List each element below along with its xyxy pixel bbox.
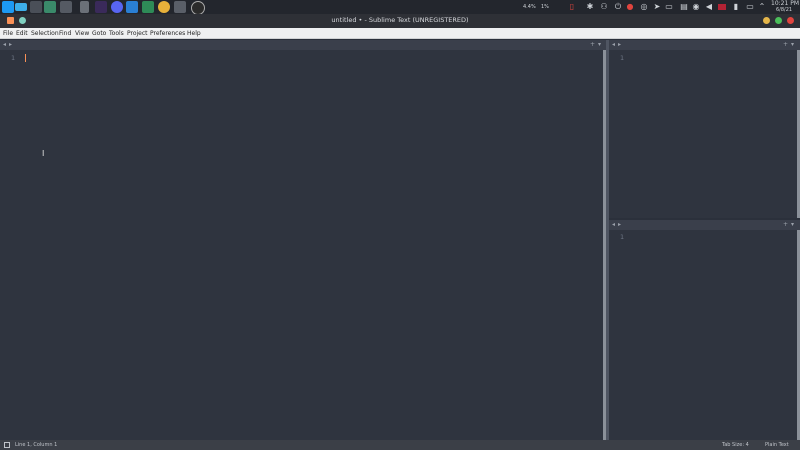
chrome-icon[interactable] [158,1,170,13]
display-icon[interactable]: ▭ [665,3,673,11]
tab-nav-next-icon[interactable]: ▸ [9,41,12,49]
menu-tools[interactable]: Tools [109,30,124,37]
tab-nav-next-icon[interactable]: ▸ [618,41,621,49]
taskbar: 4.4% 1% ▯ ✱ ⚇ ⏻ ● ◎ ➤ ▭ ▤ ◉ ◀ ▮ ▭ ⌃ 10:2… [0,0,800,15]
main-editor[interactable]: 1 I [0,50,603,440]
tab-size[interactable]: Tab Size: 4 [722,442,749,448]
tab-nav-prev-icon[interactable]: ◂ [612,221,615,229]
chevron-up-icon[interactable]: ⌃ [758,3,766,11]
bulb-icon[interactable]: ◉ [692,3,700,11]
title-bar: untitled • - Sublime Text (UNREGISTERED) [0,14,800,28]
syntax-selector[interactable]: Plain Text [765,442,789,448]
telegram-icon[interactable]: ➤ [653,3,661,11]
right-top-tabbar: ◂ ▸ + ▾ [609,40,800,50]
volume-icon[interactable]: ◀ [705,3,713,11]
line-number: 1 [620,233,625,241]
right-bottom-editor[interactable]: 1 [609,230,797,440]
terminal-icon[interactable] [60,1,72,13]
minimize-button[interactable] [763,17,770,24]
status-bar: Line 1, Column 1 Tab Size: 4 Plain Text [0,440,800,450]
network-icon[interactable]: ▭ [746,3,754,11]
menu-bar: File Edit Selection Find View Goto Tools… [0,28,800,39]
tab-nav-prev-icon[interactable]: ◂ [3,41,6,49]
line-number: 1 [11,54,16,62]
power-icon[interactable]: ⏻ [614,3,622,11]
right-bottom-tabbar: ◂ ▸ + ▾ [609,220,800,230]
window-title: untitled • - Sublime Text (UNREGISTERED) [331,16,469,24]
line-number: 1 [620,54,625,62]
browser-icon[interactable] [44,1,56,13]
clock-date: 6/8/21 [776,7,793,13]
close-button[interactable] [787,17,794,24]
menu-project[interactable]: Project [127,30,148,37]
menu-preferences[interactable]: Preferences [150,30,185,37]
trash-icon[interactable]: ▯ [568,3,576,11]
tab-list-icon[interactable]: ▾ [598,41,601,49]
discord-icon[interactable] [111,1,123,13]
battery-icon[interactable]: ▮ [732,3,740,11]
tab-nav-next-icon[interactable]: ▸ [618,221,621,229]
cpu-usage: 4.4% [523,4,536,10]
steam-icon[interactable]: ◎ [640,3,648,11]
vscode-icon[interactable] [126,1,138,13]
monitor-icon[interactable] [80,1,89,13]
tab-nav-prev-icon[interactable]: ◂ [612,41,615,49]
obs-icon[interactable] [191,1,205,15]
new-tab-icon[interactable]: + [590,41,595,49]
clipboard-icon[interactable]: ▤ [680,3,688,11]
menu-edit[interactable]: Edit [16,30,28,37]
tab-list-icon[interactable]: ▾ [791,221,794,229]
menu-goto[interactable]: Goto [92,30,106,37]
app-icon[interactable]: ⚇ [600,3,608,11]
menu-help[interactable]: Help [187,30,201,37]
app-launcher-icon[interactable] [2,1,14,13]
tab-list-icon[interactable]: ▾ [791,41,794,49]
menu-view[interactable]: View [75,30,89,37]
text-cursor [25,54,26,62]
new-tab-icon[interactable]: + [783,41,788,49]
new-tab-icon[interactable]: + [783,221,788,229]
menu-file[interactable]: File [3,30,13,37]
jetbrains-icon[interactable] [95,1,107,13]
app-gray-icon[interactable] [174,1,186,13]
files-icon[interactable] [30,1,42,13]
app-green-icon[interactable] [142,1,154,13]
sidebar-toggle-icon[interactable] [4,442,10,448]
record-icon[interactable]: ● [626,3,634,11]
menu-selection[interactable]: Selection [31,30,59,37]
cursor-position: Line 1, Column 1 [15,442,58,448]
flag-us-icon[interactable] [718,4,726,10]
right-top-editor[interactable]: 1 [609,50,797,218]
main-pane-tabbar: ◂ ▸ + ▾ [0,40,606,50]
maximize-button[interactable] [775,17,782,24]
desktop-icon[interactable] [15,3,27,11]
mouse-ibeam-icon: I [42,149,45,158]
net-usage: 1% [541,4,549,10]
bug-icon[interactable]: ✱ [586,3,594,11]
menu-find[interactable]: Find [59,30,71,37]
